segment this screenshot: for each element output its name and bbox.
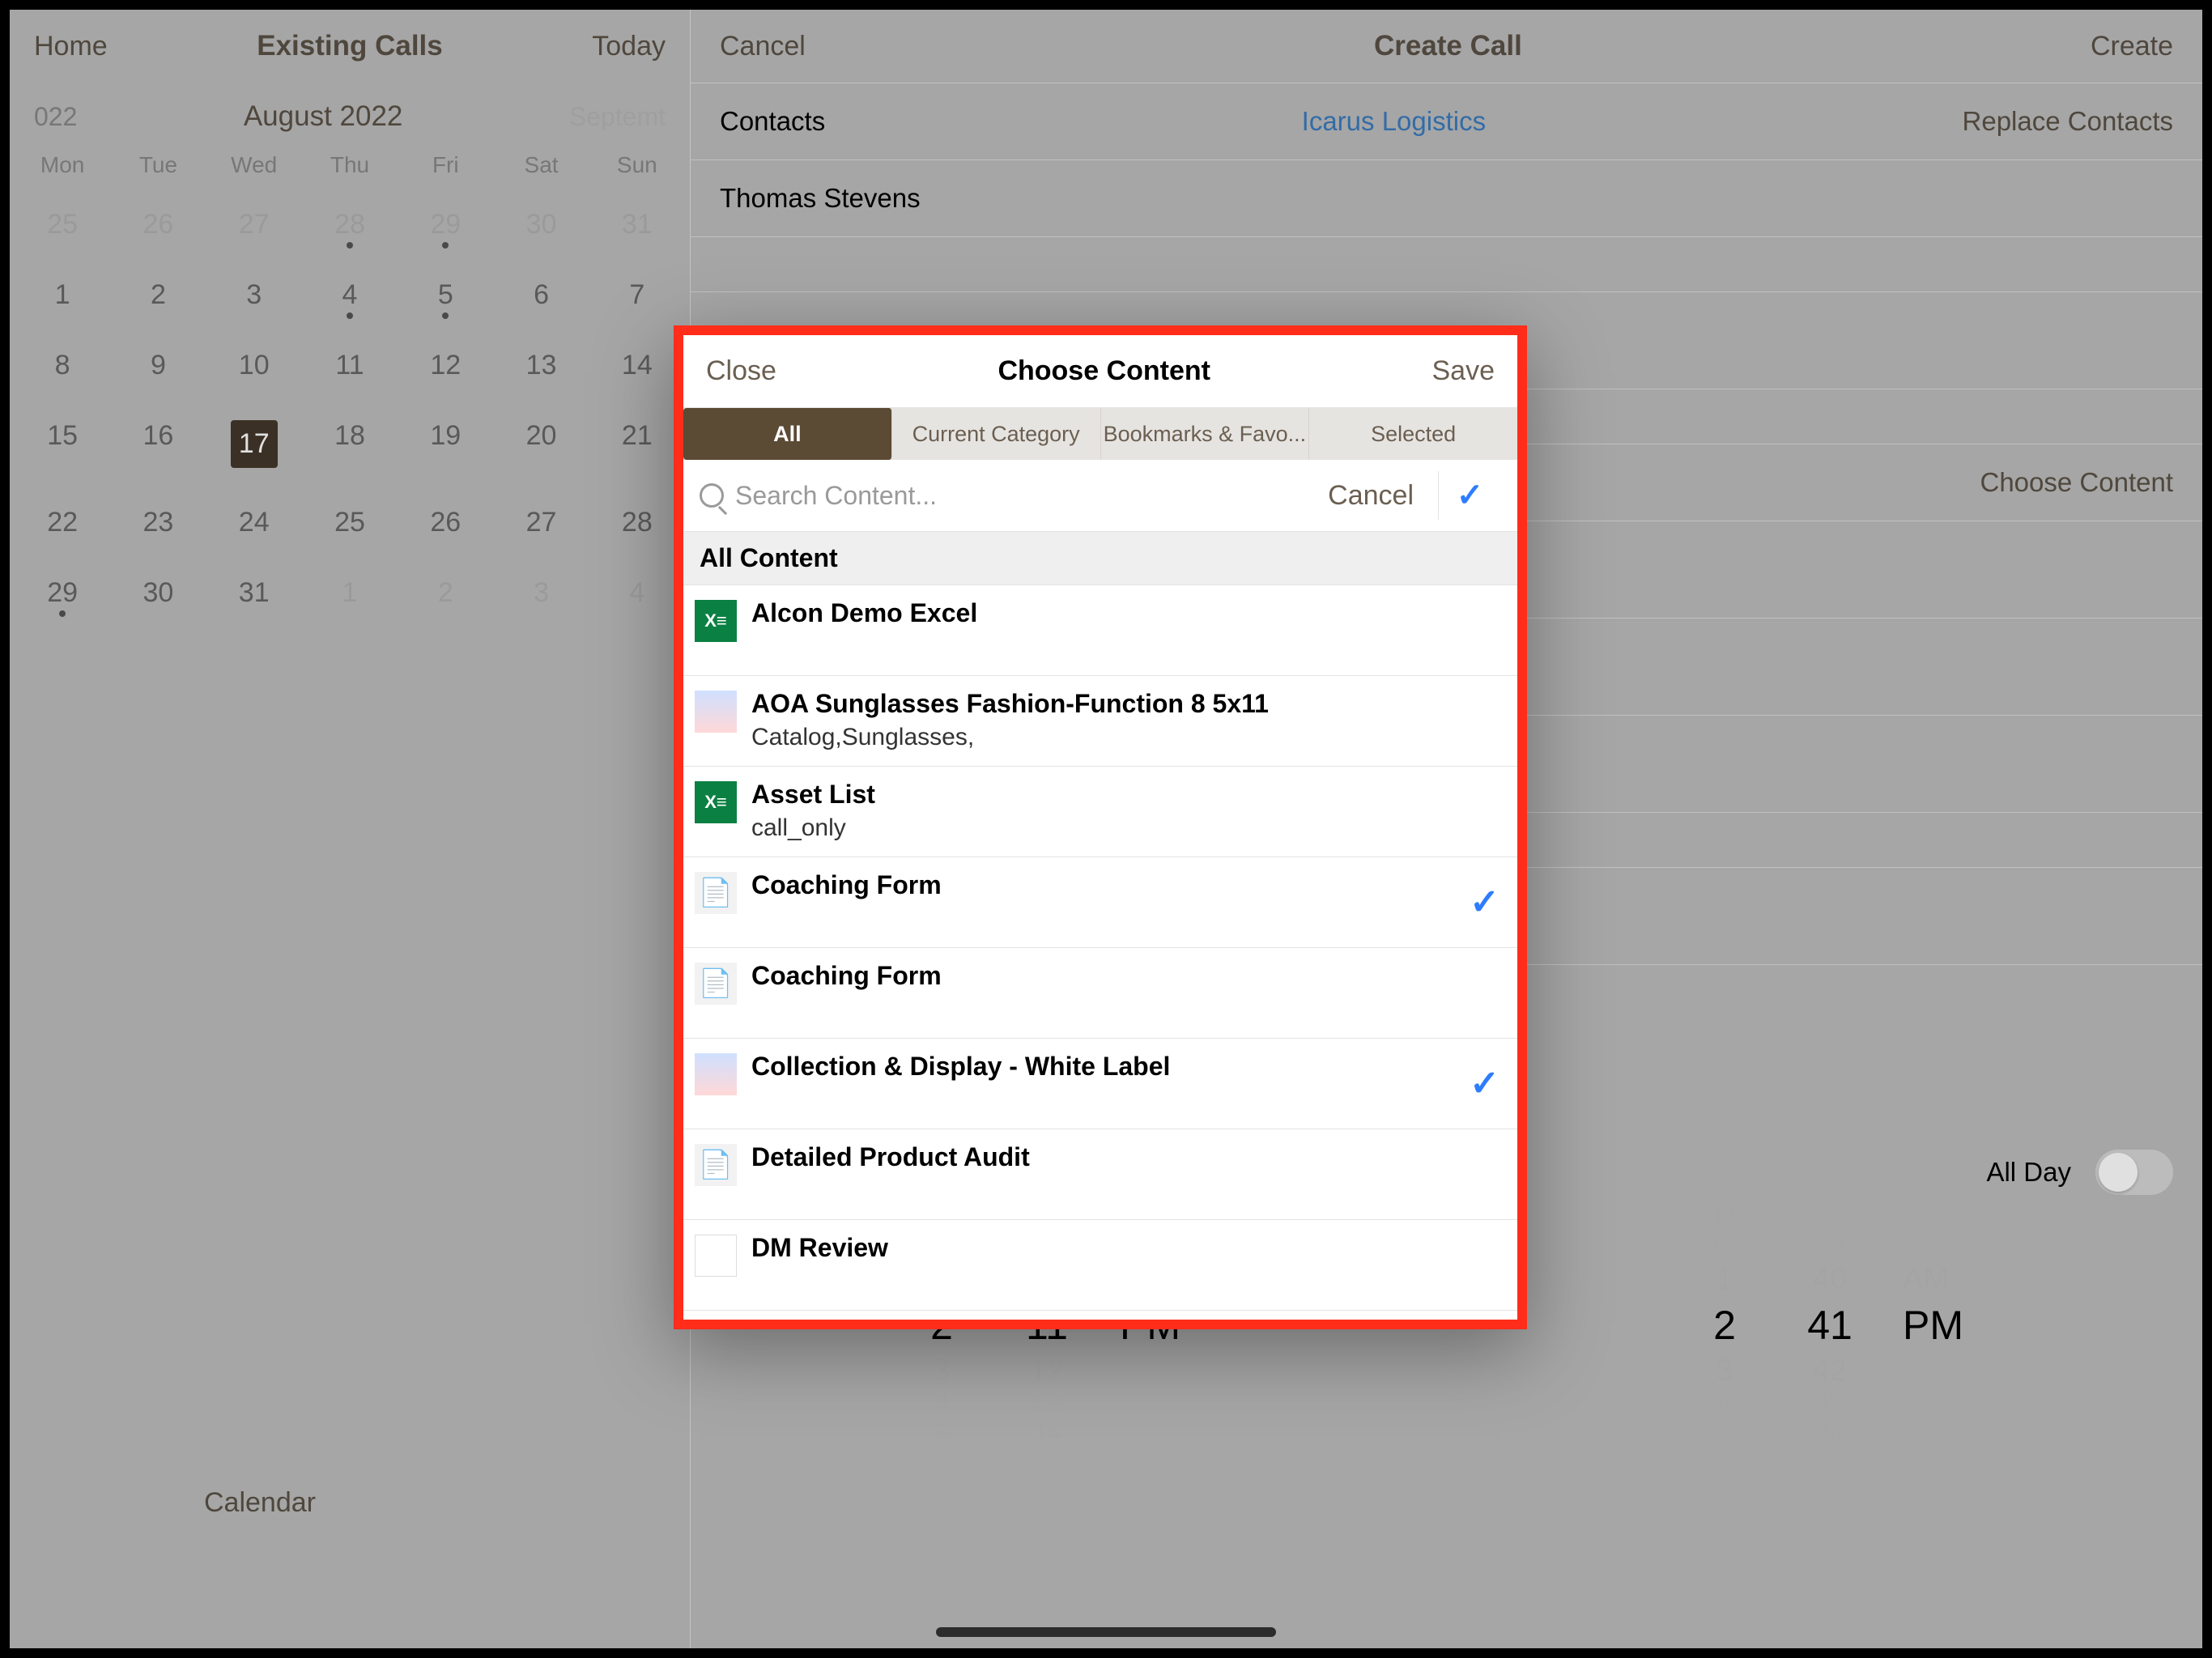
content-item-title: AOA Sunglasses Fashion-Function 8 5x11	[751, 689, 1499, 719]
segment-current-category[interactable]: Current Category	[892, 408, 1101, 460]
content-item[interactable]: DM Review	[683, 1220, 1517, 1311]
checkmark-icon: ✓	[1470, 882, 1499, 923]
content-item-title: Collection & Display - White Label	[751, 1052, 1455, 1082]
content-item[interactable]: Coaching Form ✓	[683, 857, 1517, 948]
search-icon	[700, 483, 724, 508]
pdf-thumb-icon	[695, 963, 737, 1005]
excel-thumb-icon: X≡	[695, 781, 737, 823]
content-item-title: Detailed Product Audit	[751, 1142, 1499, 1172]
content-item-subtitle: Catalog,Sunglasses,	[751, 724, 1499, 751]
pdf-thumb-icon	[695, 872, 737, 914]
content-item[interactable]: Detailed Product Audit	[683, 1129, 1517, 1220]
modal-close-button[interactable]: Close	[706, 355, 776, 387]
content-item[interactable]: X≡ Asset List call_only	[683, 767, 1517, 857]
segment-all[interactable]: All	[683, 408, 892, 460]
checkmark-icon: ✓	[1470, 1063, 1499, 1104]
doc-thumb-icon	[695, 1235, 737, 1277]
modal-title: Choose Content	[998, 355, 1210, 387]
pdf-thumb-icon	[695, 1144, 737, 1186]
content-item-title: Asset List	[751, 780, 1499, 810]
content-item-title: Coaching Form	[751, 961, 1499, 991]
search-input[interactable]: Search Content...	[735, 481, 937, 511]
content-item[interactable]: AOA Sunglasses Fashion-Function 8 5x11 Ca…	[683, 676, 1517, 767]
search-confirm-button[interactable]: ✓	[1438, 471, 1501, 520]
search-cancel-button[interactable]: Cancel	[1320, 480, 1422, 512]
modal-save-button[interactable]: Save	[1431, 355, 1495, 387]
choose-content-modal: Close Choose Content Save AllCurrent Cat…	[674, 325, 1527, 1329]
content-item-title: Alcon Demo Excel	[751, 598, 1499, 628]
img-thumb-icon	[695, 691, 737, 733]
content-item[interactable]: Coaching Form	[683, 948, 1517, 1039]
content-item-title: DM Review	[751, 1233, 1499, 1263]
content-item-title: Coaching Form	[751, 870, 1455, 900]
img-thumb-icon	[695, 1053, 737, 1095]
content-item[interactable]: X≡ Alcon Demo Excel	[683, 585, 1517, 676]
excel-thumb-icon: X≡	[695, 600, 737, 642]
segment-selected[interactable]: Selected	[1309, 408, 1517, 460]
content-item[interactable]: Collection & Display - White Label ✓	[683, 1039, 1517, 1129]
content-section-header: All Content	[683, 532, 1517, 585]
content-item-subtitle: call_only	[751, 814, 1499, 842]
segment-bookmarks-favo-[interactable]: Bookmarks & Favo...	[1101, 408, 1310, 460]
